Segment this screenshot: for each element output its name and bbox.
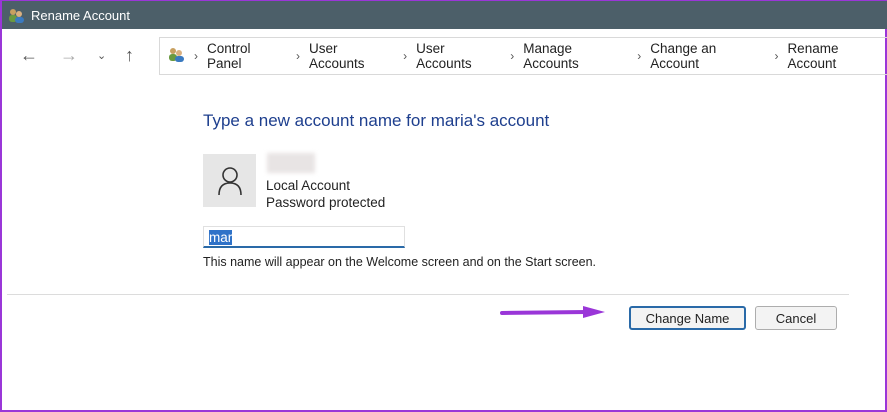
chevron-right-icon: › (774, 49, 779, 63)
redacted-name (267, 153, 315, 173)
up-arrow-icon[interactable]: ↑ (125, 45, 134, 66)
breadcrumb-item[interactable]: Manage Accounts (523, 41, 628, 71)
chevron-right-icon: › (296, 49, 300, 63)
address-bar[interactable]: › Control Panel › User Accounts › User Acc… (159, 37, 887, 75)
breadcrumb-item[interactable]: User Accounts (309, 41, 394, 71)
user-icon (217, 166, 242, 195)
breadcrumb-item[interactable]: Rename Account (787, 41, 887, 71)
change-name-button[interactable]: Change Name (629, 306, 746, 330)
forward-arrow-icon[interactable]: → (60, 45, 78, 66)
account-info: Local Account Password protected (266, 177, 385, 211)
annotation-arrow-icon (500, 306, 605, 318)
account-status: Password protected (266, 195, 386, 210)
navigation-bar: ← → ⌄ ↑ › Control Panel › User Accounts › … (2, 29, 887, 85)
users-icon (168, 47, 185, 65)
page-title: Type a new account name for maria's acco… (203, 111, 550, 130)
chevron-right-icon: › (403, 49, 408, 63)
hint-text: This name will appear on the Welcome scr… (203, 255, 597, 269)
chevron-right-icon: › (637, 49, 642, 63)
breadcrumb-item[interactable]: Control Panel (207, 41, 287, 71)
title-bar: Rename Account (2, 1, 887, 29)
breadcrumb-item[interactable]: Change an Account (650, 41, 765, 71)
avatar (203, 154, 256, 207)
chevron-right-icon: › (194, 49, 198, 63)
divider (7, 294, 849, 295)
cancel-button[interactable]: Cancel (755, 306, 837, 330)
breadcrumb-item[interactable]: User Accounts (416, 41, 501, 71)
account-type: Local Account (266, 178, 351, 193)
selected-text: mar (209, 230, 233, 245)
users-icon (8, 8, 25, 23)
chevron-right-icon: › (510, 49, 515, 63)
chevron-down-icon[interactable]: ⌄ (97, 49, 106, 62)
account-name-input[interactable]: mar (203, 226, 405, 248)
back-arrow-icon[interactable]: ← (20, 45, 38, 66)
window-title: Rename Account (31, 7, 131, 23)
